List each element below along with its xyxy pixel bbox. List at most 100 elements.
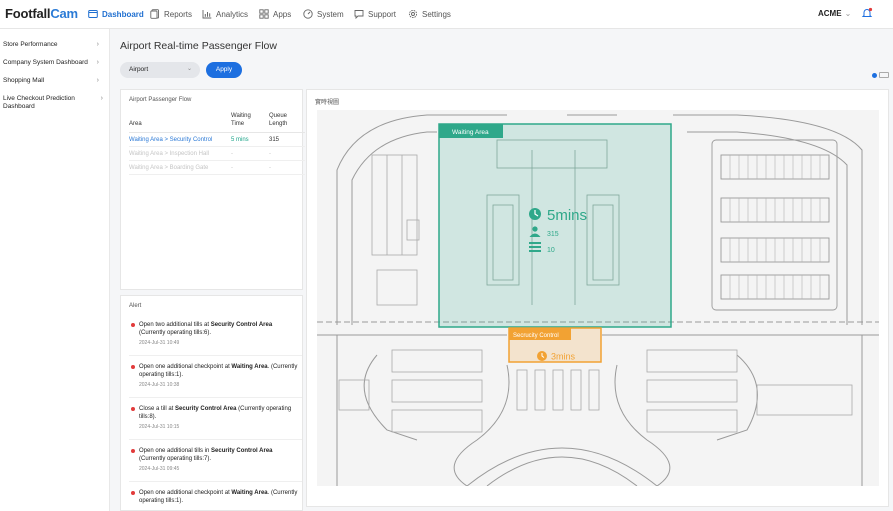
waiting-time-cell: - (231, 160, 257, 175)
divider (129, 481, 302, 482)
alert-location: Security Control Area (175, 406, 237, 412)
alert-item[interactable]: Open one additional tills in Security Co… (131, 447, 299, 473)
chevron-down-icon: ⌄ (844, 9, 852, 18)
alert-timestamp: 2024-Jul-31 10:49 (139, 340, 180, 346)
alert-text: Close a till at (139, 406, 176, 412)
sidebar-item-label: Company System Dashboard (3, 59, 88, 66)
column-header-waiting-time: Waiting Time (231, 112, 257, 133)
nav-settings-label: Settings (422, 9, 451, 19)
waiting-time-cell: - (231, 146, 257, 161)
nav-dashboard-label: Dashboard (102, 9, 144, 19)
sidebar-item-store-performance[interactable]: Store Performance › (3, 41, 103, 49)
nav-apps[interactable]: Apps (259, 9, 291, 19)
queue-lines-icon (529, 242, 541, 252)
chevron-right-icon: › (100, 95, 103, 102)
account-menu[interactable]: ACME ⌄ (818, 9, 851, 18)
footfallcam-logo[interactable]: FootfallCam (5, 6, 78, 21)
queue-length-cell: - (257, 160, 305, 175)
alert-item[interactable]: Open one additional checkpoint at Waitin… (131, 363, 299, 389)
panel-title: Alert (129, 303, 142, 309)
nav-settings[interactable]: Settings (408, 9, 451, 19)
alert-text: Open one additional checkpoint at (139, 490, 232, 496)
alert-dot-icon (131, 491, 135, 495)
dashboard-icon (88, 10, 98, 18)
nav-system-label: System (317, 9, 344, 19)
location-select[interactable]: Airport ⌄ (120, 62, 200, 78)
waiting-area-queues: 10 (547, 247, 555, 254)
nav-dashboard[interactable]: Dashboard (88, 9, 144, 19)
alert-text: Open one additional checkpoint at (139, 364, 232, 370)
view-toggle[interactable] (872, 72, 889, 78)
waiting-time-cell: 5 mins (231, 132, 257, 147)
area-cell: Waiting Area > Boarding Gate (129, 160, 231, 175)
nav-support[interactable]: Support (354, 9, 396, 19)
waiting-area-people: 315 (547, 231, 559, 238)
alert-panel: Alert Open two additional tills at Secur… (120, 295, 303, 511)
security-clock-icon (537, 351, 547, 361)
sidebar: Store Performance › Company System Dashbo… (0, 29, 110, 511)
sidebar-item-company-system-dashboard[interactable]: Company System Dashboard › (3, 59, 103, 67)
alert-text: (Currently operating tills:7). (139, 456, 212, 462)
table-row[interactable]: Waiting Area > Boarding Gate - - (129, 160, 305, 175)
clock-icon (529, 208, 541, 220)
analytics-icon (202, 10, 212, 19)
divider (129, 439, 302, 440)
alert-location: Waiting Area (231, 364, 268, 370)
chevron-down-icon: ⌄ (186, 66, 192, 72)
sidebar-item-label: Shopping Mall (3, 77, 45, 84)
waiting-area-time: 5mins (547, 207, 587, 224)
floor-plan-svg: Waiting Area 5mins 315 10 Secrucity Cont… (317, 110, 879, 486)
chevron-right-icon: › (96, 59, 99, 66)
logo-text-a: Footfall (5, 6, 51, 21)
account-name: ACME (818, 9, 842, 18)
column-header-area: Area (129, 112, 231, 133)
main-content: Airport Real-time Passenger Flow Airport… (110, 29, 893, 511)
waiting-area-zone (438, 123, 672, 328)
table-row[interactable]: Waiting Area > Inspection Hall - - (129, 146, 305, 161)
alert-item[interactable]: Open two additional tills at Security Co… (131, 321, 299, 347)
apply-button[interactable]: Apply (206, 62, 242, 78)
chevron-right-icon: › (96, 77, 99, 84)
alert-text: Open one additional tills in (139, 448, 212, 454)
alert-timestamp: 2024-Jul-31 10:38 (139, 382, 180, 388)
alert-item[interactable]: Close a till at Security Control Area (C… (131, 405, 299, 431)
alert-timestamp: 2024-Jul-31 10:15 (139, 424, 180, 430)
area-cell: Waiting Area > Inspection Hall (129, 146, 231, 161)
page-title: Airport Real-time Passenger Flow (120, 40, 277, 52)
sidebar-item-live-checkout-prediction[interactable]: Live Checkout Prediction Dashboard › (3, 95, 103, 111)
queue-length-cell: - (257, 146, 305, 161)
chevron-right-icon: › (96, 41, 99, 48)
area-cell: Waiting Area > Security Control (129, 132, 231, 147)
queue-length-cell: 315 (257, 132, 305, 147)
alert-text: (Currently operating tills:6). (139, 330, 212, 336)
alert-dot-icon (131, 323, 135, 327)
notification-bell-icon[interactable] (861, 7, 873, 19)
passenger-flow-panel: Airport Passenger Flow Area Waiting Time… (120, 89, 305, 290)
nav-analytics-label: Analytics (216, 9, 249, 19)
passenger-flow-table: Area Waiting Time Queue Length Waiting A… (129, 112, 305, 175)
alert-location: Security Control Area (211, 448, 273, 454)
panel-title: Airport Passenger Flow (129, 97, 192, 103)
alert-dot-icon (131, 365, 135, 369)
sidebar-item-label: Live Checkout Prediction Dashboard (3, 95, 75, 110)
alert-dot-icon (131, 449, 135, 453)
alert-timestamp: 2024-Jul-31 09:45 (139, 466, 180, 472)
nav-system[interactable]: System (303, 9, 344, 19)
nav-support-label: Support (368, 9, 397, 19)
alert-item[interactable]: Open one additional checkpoint at Waitin… (131, 489, 299, 505)
nav-analytics[interactable]: Analytics (202, 9, 248, 19)
alert-text: Open two additional tills at (139, 322, 211, 328)
reports-icon (150, 9, 159, 19)
security-control-label: Secrucity Control (513, 333, 559, 339)
alert-dot-icon (131, 407, 135, 411)
column-header-queue-length: Queue Length (257, 112, 305, 133)
settings-gear-icon (408, 9, 418, 19)
airport-floor-map[interactable]: Waiting Area 5mins 315 10 Secrucity Cont… (317, 110, 879, 486)
map-view-icon (879, 72, 889, 78)
top-navbar: FootfallCam Dashboard Reports Analytics … (0, 0, 893, 29)
waiting-area-label: Waiting Area (452, 129, 489, 136)
nav-reports[interactable]: Reports (150, 9, 192, 19)
sidebar-item-shopping-mall[interactable]: Shopping Mall › (3, 77, 103, 85)
apps-grid-icon (259, 9, 269, 19)
table-row[interactable]: Waiting Area > Security Control 5 mins 3… (129, 132, 305, 147)
